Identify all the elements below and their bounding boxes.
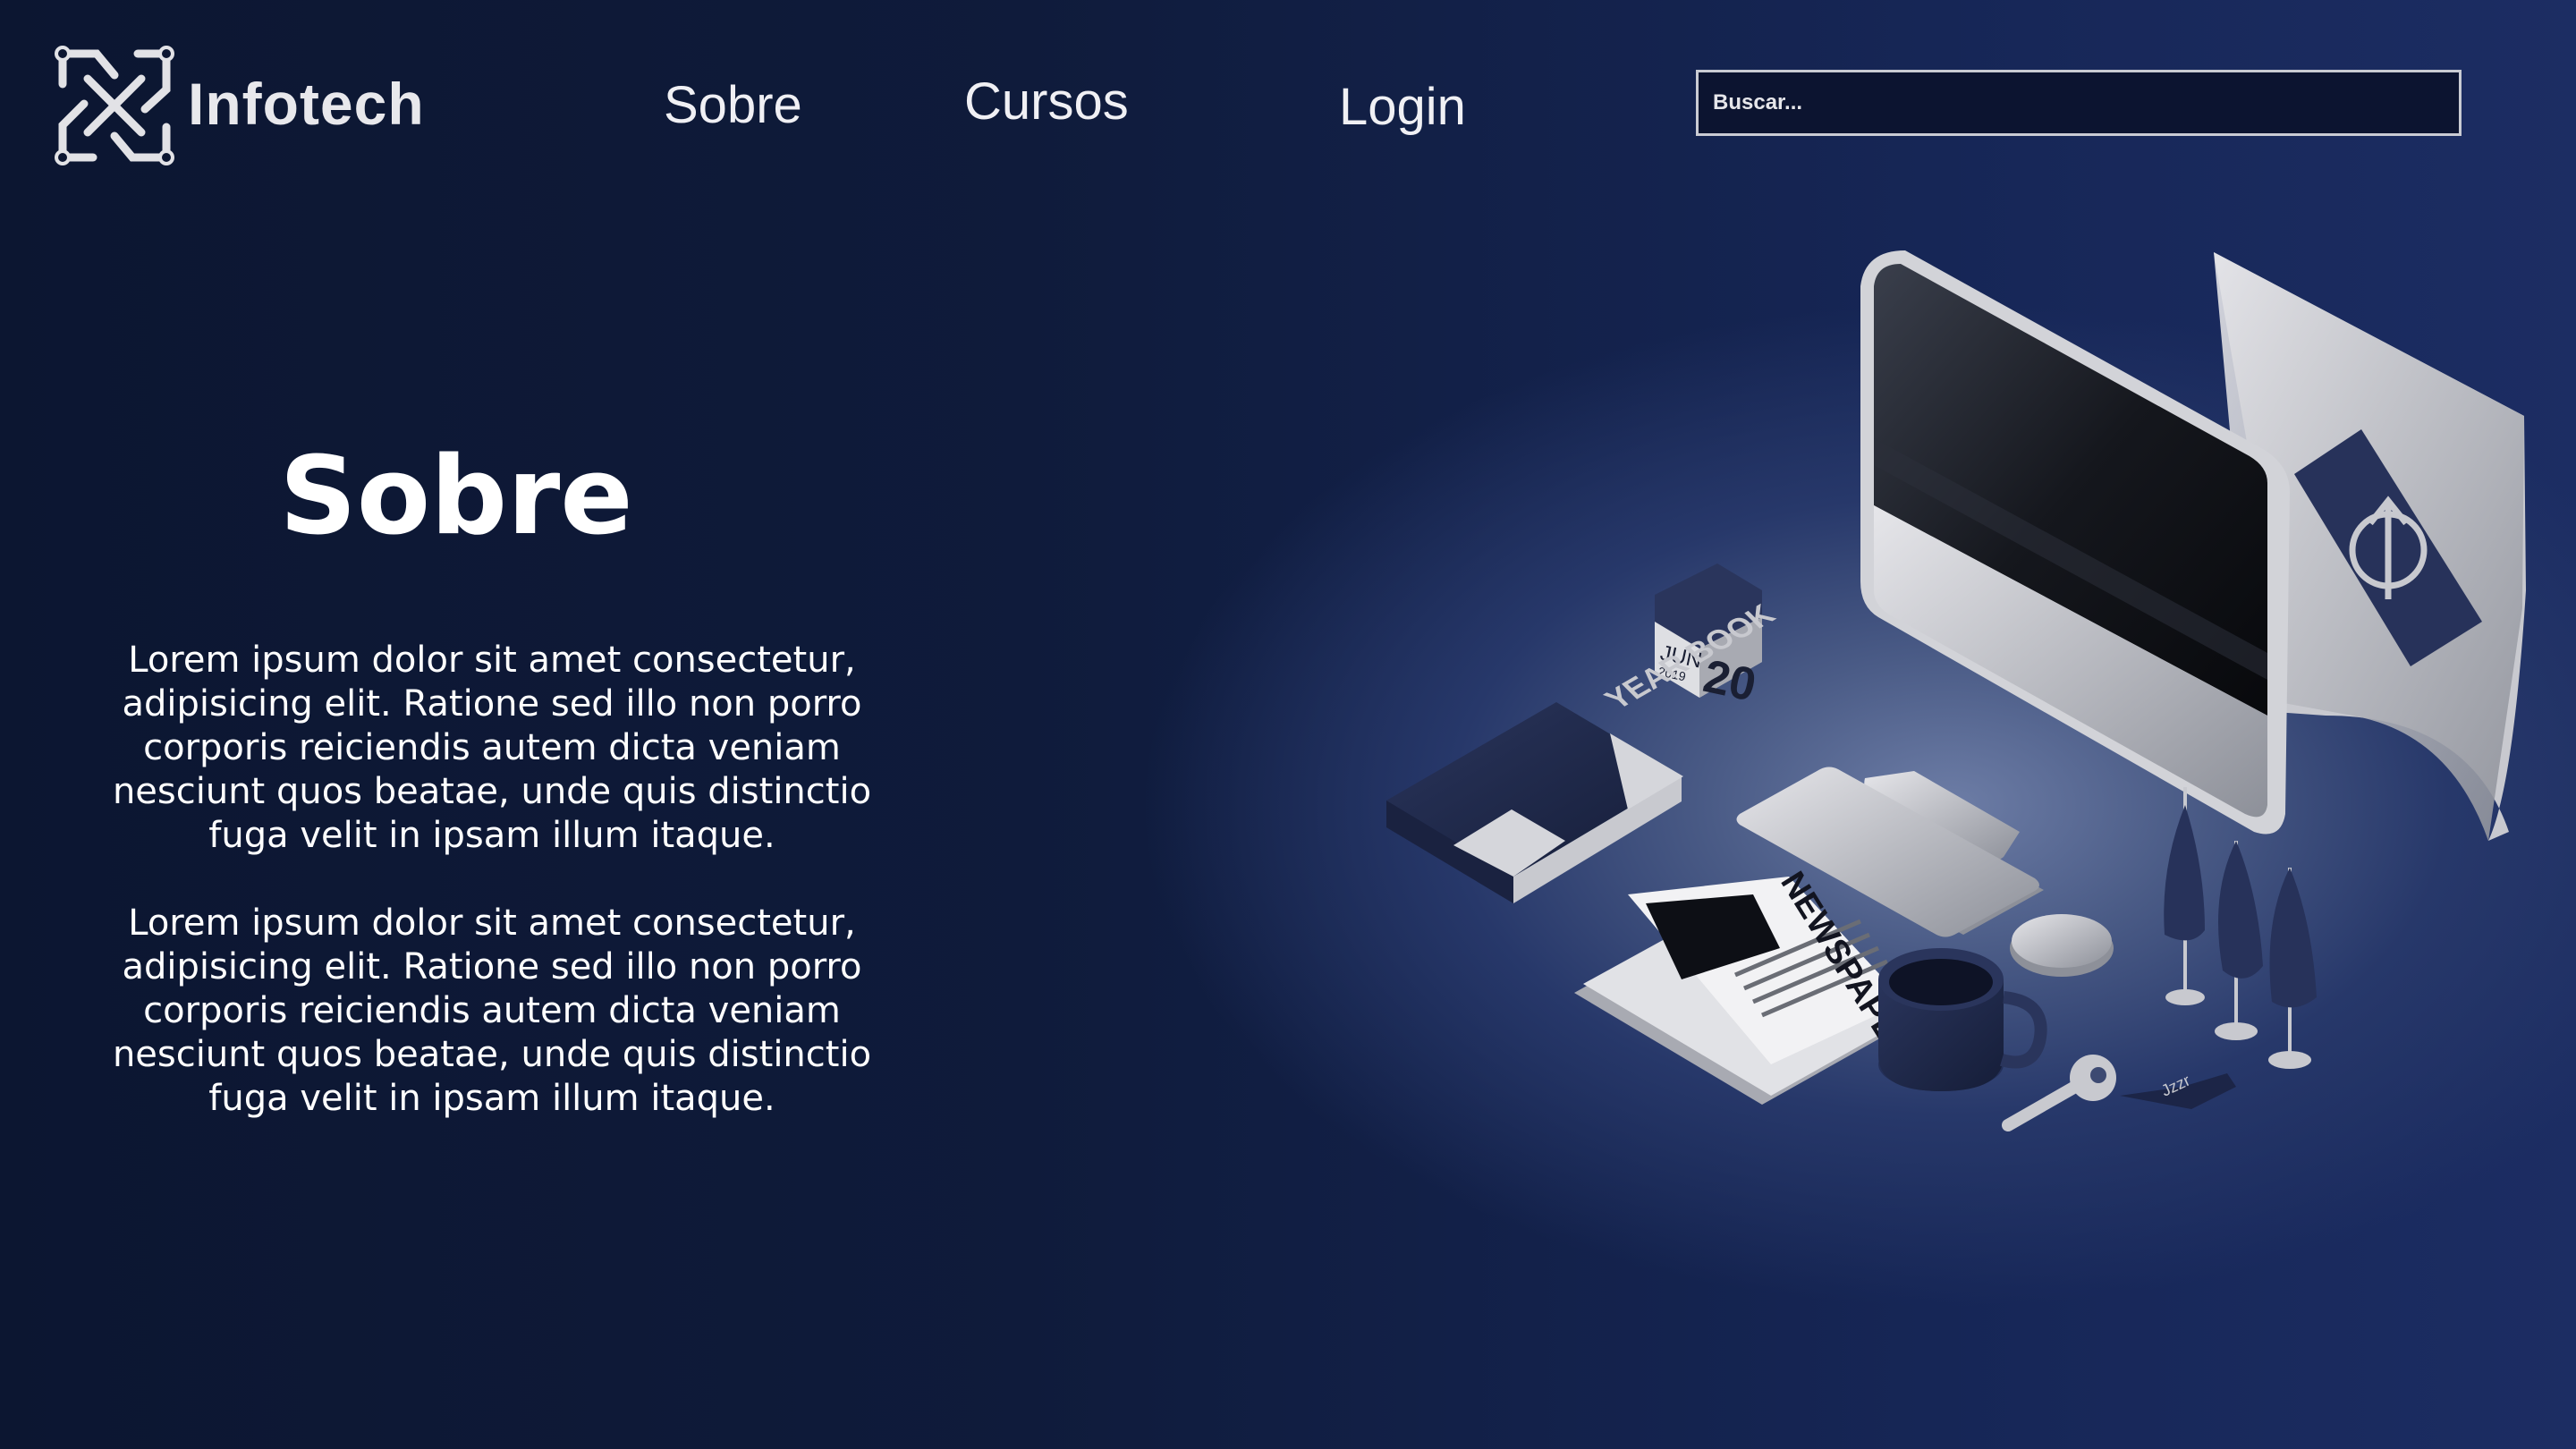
brand-name[interactable]: Infotech — [188, 70, 425, 138]
desk-flags-icon — [2164, 787, 2317, 1069]
page-title: Sobre — [279, 435, 633, 559]
about-paragraph-2: Lorem ipsum dolor sit amet consectetur, … — [112, 902, 872, 1119]
nav-link-cursos[interactable]: Cursos — [964, 72, 1129, 131]
nav-link-sobre[interactable]: Sobre — [664, 75, 802, 135]
office-desk-illustration: JUN 2019 20 YEAR BOOK NEWSPAPE Jzzr — [1386, 250, 2526, 1131]
newspaper-icon: NEWSPAPE — [1574, 866, 1914, 1105]
search-input[interactable] — [1696, 70, 2462, 136]
mouse-icon — [2010, 914, 2114, 977]
circuit-logo-icon[interactable] — [52, 43, 177, 168]
header: Infotech Sobre Cursos Login — [0, 0, 2576, 215]
key-icon: Jzzr — [2002, 1055, 2236, 1131]
mug-icon — [1878, 948, 2047, 1091]
about-paragraph-1: Lorem ipsum dolor sit amet consectetur, … — [112, 640, 872, 856]
nav-link-login[interactable]: Login — [1339, 77, 1466, 137]
yearbook-icon: YEAR BOOK — [1386, 599, 1783, 903]
